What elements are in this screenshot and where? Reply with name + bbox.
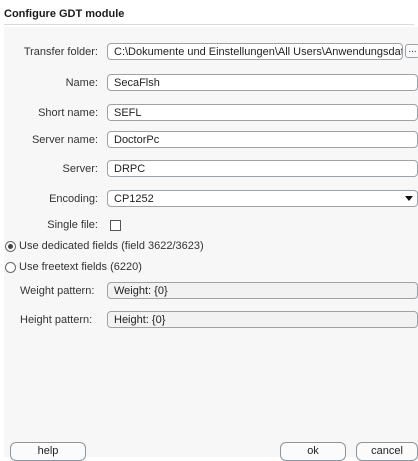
weight-pattern-label: Weight pattern: xyxy=(20,285,95,297)
radio-selected-dot xyxy=(8,244,13,249)
short-name-field[interactable]: SEFL xyxy=(107,104,418,121)
server-name-field[interactable]: DoctorPc xyxy=(107,131,418,148)
encoding-label: Encoding: xyxy=(49,193,98,205)
title-underline xyxy=(4,24,414,25)
single-file-checkbox[interactable] xyxy=(110,220,121,231)
height-pattern-field[interactable]: Height: {0} xyxy=(107,311,418,328)
ok-button[interactable]: ok xyxy=(280,442,346,461)
radio-dedicated-fields-label: Use dedicated fields (field 3622/3623) xyxy=(19,240,204,252)
server-label: Server: xyxy=(62,163,98,175)
radio-dedicated-fields[interactable] xyxy=(5,241,16,252)
dialog-title: Configure GDT module xyxy=(4,8,125,20)
help-button[interactable]: help xyxy=(10,442,86,461)
radio-freetext-fields-label: Use freetext fields (6220) xyxy=(19,261,142,273)
radio-freetext-fields[interactable] xyxy=(5,262,16,273)
settings-panel: Transfer folder: C:\Dokumente und Einste… xyxy=(4,27,418,461)
server-name-label: Server name: xyxy=(31,134,98,146)
transfer-folder-label: Transfer folder: xyxy=(23,46,98,58)
encoding-value: CP1252 xyxy=(114,193,154,205)
transfer-folder-field[interactable]: C:\Dokumente und Einstellungen\All Users… xyxy=(107,43,403,60)
dialog-title-bar: Configure GDT module xyxy=(4,5,414,25)
dropdown-caret-icon xyxy=(405,196,413,201)
height-pattern-label: Height pattern: xyxy=(20,314,93,326)
short-name-label: Short name: xyxy=(38,107,98,119)
server-field[interactable]: DRPC xyxy=(107,160,418,177)
name-field[interactable]: SecaFlsh xyxy=(107,74,418,91)
cancel-button[interactable]: cancel xyxy=(356,442,418,461)
encoding-select[interactable]: CP1252 xyxy=(107,190,418,207)
name-label: Name: xyxy=(65,77,98,89)
browse-button[interactable]: ... xyxy=(405,44,418,58)
weight-pattern-field[interactable]: Weight: {0} xyxy=(107,282,418,299)
single-file-label: Single file: xyxy=(47,219,98,231)
